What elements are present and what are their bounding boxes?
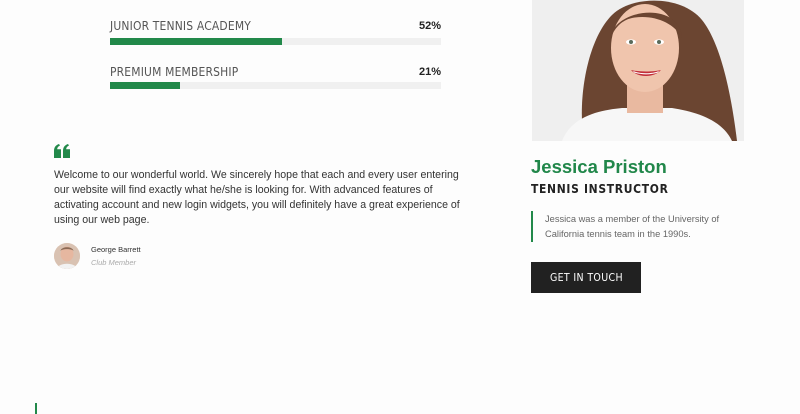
- progress-fill: [110, 38, 283, 45]
- instructor-name: Jessica Priston: [531, 156, 667, 177]
- skill-label: JUNIOR TENNIS ACADEMY: [110, 18, 252, 33]
- skill-premium-membership: PREMIUM MEMBERSHIP 21%: [110, 64, 441, 89]
- instructor-role: TENNIS INSTRUCTOR: [531, 181, 669, 196]
- instructor-photo: [532, 0, 744, 141]
- instructor-image: [532, 0, 744, 141]
- avatar: [54, 243, 80, 269]
- get-in-touch-button[interactable]: GET IN TOUCH: [531, 262, 641, 293]
- progress-track: [110, 38, 441, 45]
- instructor-bio: Jessica was a member of the University o…: [545, 214, 720, 239]
- quote-icon: [54, 144, 70, 158]
- skill-label: PREMIUM MEMBERSHIP: [110, 64, 239, 79]
- skill-percent: 52%: [418, 20, 441, 32]
- bio-accent-bar: [531, 211, 533, 242]
- get-in-touch-label: GET IN TOUCH: [549, 271, 623, 284]
- skill-header: PREMIUM MEMBERSHIP 21%: [110, 64, 441, 84]
- progress-fill: [110, 82, 180, 89]
- author-name: George Barrett: [91, 245, 141, 254]
- skill-header: JUNIOR TENNIS ACADEMY 52%: [110, 18, 441, 38]
- progress-track: [110, 82, 441, 89]
- skill-junior-tennis-academy: JUNIOR TENNIS ACADEMY 52%: [110, 18, 441, 45]
- skill-percent: 21%: [418, 66, 441, 78]
- section-accent-line: [35, 403, 37, 414]
- avatar-image: [54, 243, 80, 269]
- testimonial-text: Welcome to our wonderful world. We since…: [54, 169, 460, 226]
- author-role: Club Member: [91, 258, 137, 267]
